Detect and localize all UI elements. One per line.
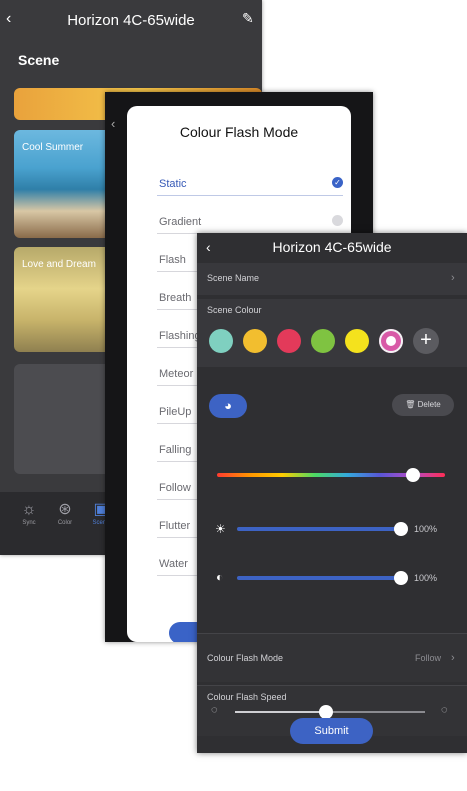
flash-mode-option-label: Flash (159, 254, 186, 266)
tab-color[interactable]: ⊛ Color (50, 500, 80, 526)
flash-mode-option-label: Follow (159, 482, 191, 494)
flash-mode-option-label: Breath (159, 292, 192, 304)
colour-wheel-icon: ◕ (224, 398, 232, 413)
speed-slider-knob[interactable] (319, 705, 334, 719)
brightness-icon: ☀ (215, 522, 226, 536)
scene-colour-swatch[interactable] (379, 329, 403, 353)
add-colour-button[interactable]: + (413, 328, 439, 354)
trash-icon: 🗑 (405, 400, 416, 409)
device-title: Horizon 4C-65wide (272, 239, 392, 255)
device-title: Horizon 4C-65wide (67, 12, 195, 29)
chevron-right-icon: › (451, 272, 455, 284)
colour-flash-mode-value: Follow (415, 653, 442, 663)
flash-mode-option-label: Static (159, 178, 187, 190)
scene-card-label: Cool Summer (22, 142, 84, 153)
flash-mode-option-label: Flutter (159, 520, 191, 532)
flash-mode-option-label: Meteor (159, 368, 194, 380)
delete-label: Delete (417, 400, 441, 409)
colour-flash-mode-label: Colour Flash Mode (207, 653, 284, 663)
speed-slider-fill (235, 711, 327, 713)
brightness-value: 100% (414, 524, 438, 534)
brightness-slider-knob[interactable] (394, 522, 408, 536)
back-arrow-icon[interactable]: ‹ (111, 116, 115, 131)
flash-mode-option-gradient[interactable]: Gradient (157, 211, 343, 234)
scene-edit-screen: ‹ Horizon 4C-65wide Scene Name › Scene C… (197, 233, 467, 753)
slow-speed-icon: ◌ (211, 704, 218, 716)
colour-wheel-button[interactable]: ◕ (209, 394, 247, 418)
flash-mode-option-label: Flashing (159, 330, 201, 342)
colour-flash-speed-label: Colour Flash Speed (207, 692, 287, 702)
scene-colour-swatch[interactable] (345, 329, 369, 353)
fast-speed-icon: ◌ (441, 704, 448, 716)
scene-colour-swatch[interactable] (243, 329, 267, 353)
scene-card-label: Love and Dream (22, 259, 96, 270)
hue-slider-knob[interactable] (406, 468, 421, 482)
contrast-icon: ◐ (216, 570, 224, 584)
colour-flash-mode-row[interactable]: Colour Flash Mode Follow › (197, 633, 467, 682)
color-icon: ⊛ (58, 501, 72, 518)
radio-icon (332, 215, 343, 226)
scene-name-row[interactable]: Scene Name › (197, 263, 467, 295)
scene-name-label: Scene Name (207, 273, 260, 283)
modal-title: Colour Flash Mode (179, 124, 299, 140)
flash-mode-option-label: Water (159, 558, 188, 570)
flash-mode-option-static[interactable]: Static ✓ (157, 173, 343, 196)
check-icon: ✓ (332, 177, 343, 188)
scene-colour-swatch[interactable] (209, 329, 233, 353)
saturation-slider-knob[interactable] (394, 571, 408, 585)
chevron-right-icon: › (451, 652, 455, 664)
scene-colour-swatch[interactable] (311, 329, 335, 353)
scene-colour-label: Scene Colour (207, 305, 262, 315)
edit-icon[interactable]: ✎ (242, 10, 254, 27)
scene-heading: Scene (18, 52, 60, 68)
scene-colour-swatch[interactable] (277, 329, 301, 353)
delete-button[interactable]: 🗑 Delete (392, 394, 454, 416)
flash-mode-option-label: Falling (159, 444, 192, 456)
saturation-value: 100% (414, 573, 438, 583)
flash-mode-option-label: PileUp (159, 406, 192, 418)
tab-sync[interactable]: ☼ Sync (14, 500, 44, 526)
saturation-slider-track[interactable] (237, 576, 401, 580)
submit-button[interactable]: Submit (290, 718, 373, 744)
brightness-slider-track[interactable] (237, 527, 401, 531)
flash-mode-option-label: Gradient (159, 216, 202, 228)
sync-icon: ☼ (21, 501, 37, 518)
